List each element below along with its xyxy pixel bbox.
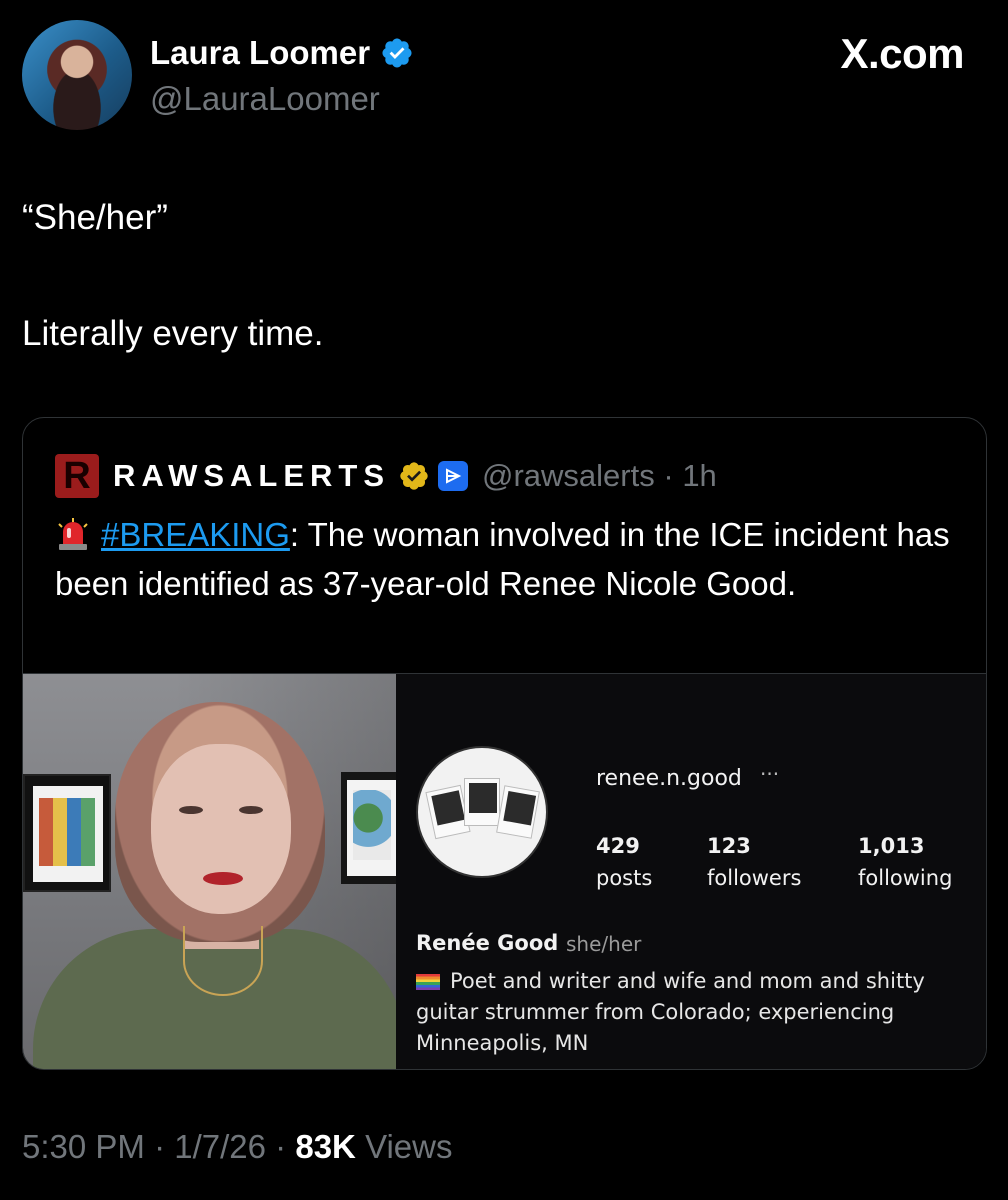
author-avatar[interactable] xyxy=(22,20,132,130)
views-count[interactable]: 83K xyxy=(295,1128,356,1165)
quoted-media[interactable]: renee.n.good ··· 429 posts 123 followers… xyxy=(23,673,986,1069)
quoted-header: R RAWSALERTS @rawsalerts · 1h xyxy=(55,454,717,498)
profile-bio: Poet and writer and wife and mom and shi… xyxy=(416,969,925,1055)
quoted-tweet-text: #BREAKING: The woman involved in the ICE… xyxy=(55,510,955,608)
pride-flag-icon xyxy=(416,974,440,990)
more-options-icon: ··· xyxy=(760,762,780,786)
breaking-hashtag-link[interactable]: #BREAKING xyxy=(101,516,290,553)
stat-following: 1,013 following xyxy=(858,834,953,890)
site-label: X.com xyxy=(840,30,964,77)
wall-art-right xyxy=(341,772,396,884)
siren-icon xyxy=(58,518,88,550)
tweet-date[interactable]: 1/7/26 xyxy=(174,1128,266,1165)
views-label: Views xyxy=(365,1128,453,1165)
wall-art-left xyxy=(23,774,111,892)
affiliate-badge-icon[interactable] xyxy=(438,461,468,491)
stat-posts: 429 posts xyxy=(596,834,653,890)
portrait-photo xyxy=(23,674,396,1069)
profile-pronouns: she/her xyxy=(566,932,642,956)
tweet-time[interactable]: 5:30 PM xyxy=(22,1128,145,1165)
stat-followers: 123 followers xyxy=(707,834,802,890)
tweet-text-line-2: Literally every time. xyxy=(22,314,324,353)
author-name[interactable]: Laura Loomer xyxy=(150,34,370,72)
profile-display-name: Renée Good xyxy=(416,931,559,955)
profile-avatar xyxy=(416,746,548,878)
quoted-tweet-card[interactable]: R RAWSALERTS @rawsalerts · 1h #BREAKING:… xyxy=(22,417,987,1070)
rawsalerts-logo-icon[interactable]: R xyxy=(55,454,99,498)
verified-badge-icon xyxy=(382,38,412,68)
author-name-row: Laura Loomer xyxy=(150,34,414,72)
tweet-meta: 5:30 PM · 1/7/26 · 83K Views xyxy=(22,1128,453,1165)
profile-username: renee.n.good xyxy=(596,766,742,791)
tweet-text-line-1: “She/her” xyxy=(22,198,168,237)
gold-verified-badge-icon xyxy=(400,462,428,490)
author-handle[interactable]: @LauraLoomer xyxy=(150,80,380,118)
quoted-handle[interactable]: @rawsalerts · 1h xyxy=(482,458,717,494)
quoted-author-name[interactable]: RAWSALERTS xyxy=(113,458,390,494)
instagram-profile-screenshot: renee.n.good ··· 429 posts 123 followers… xyxy=(396,674,986,1069)
